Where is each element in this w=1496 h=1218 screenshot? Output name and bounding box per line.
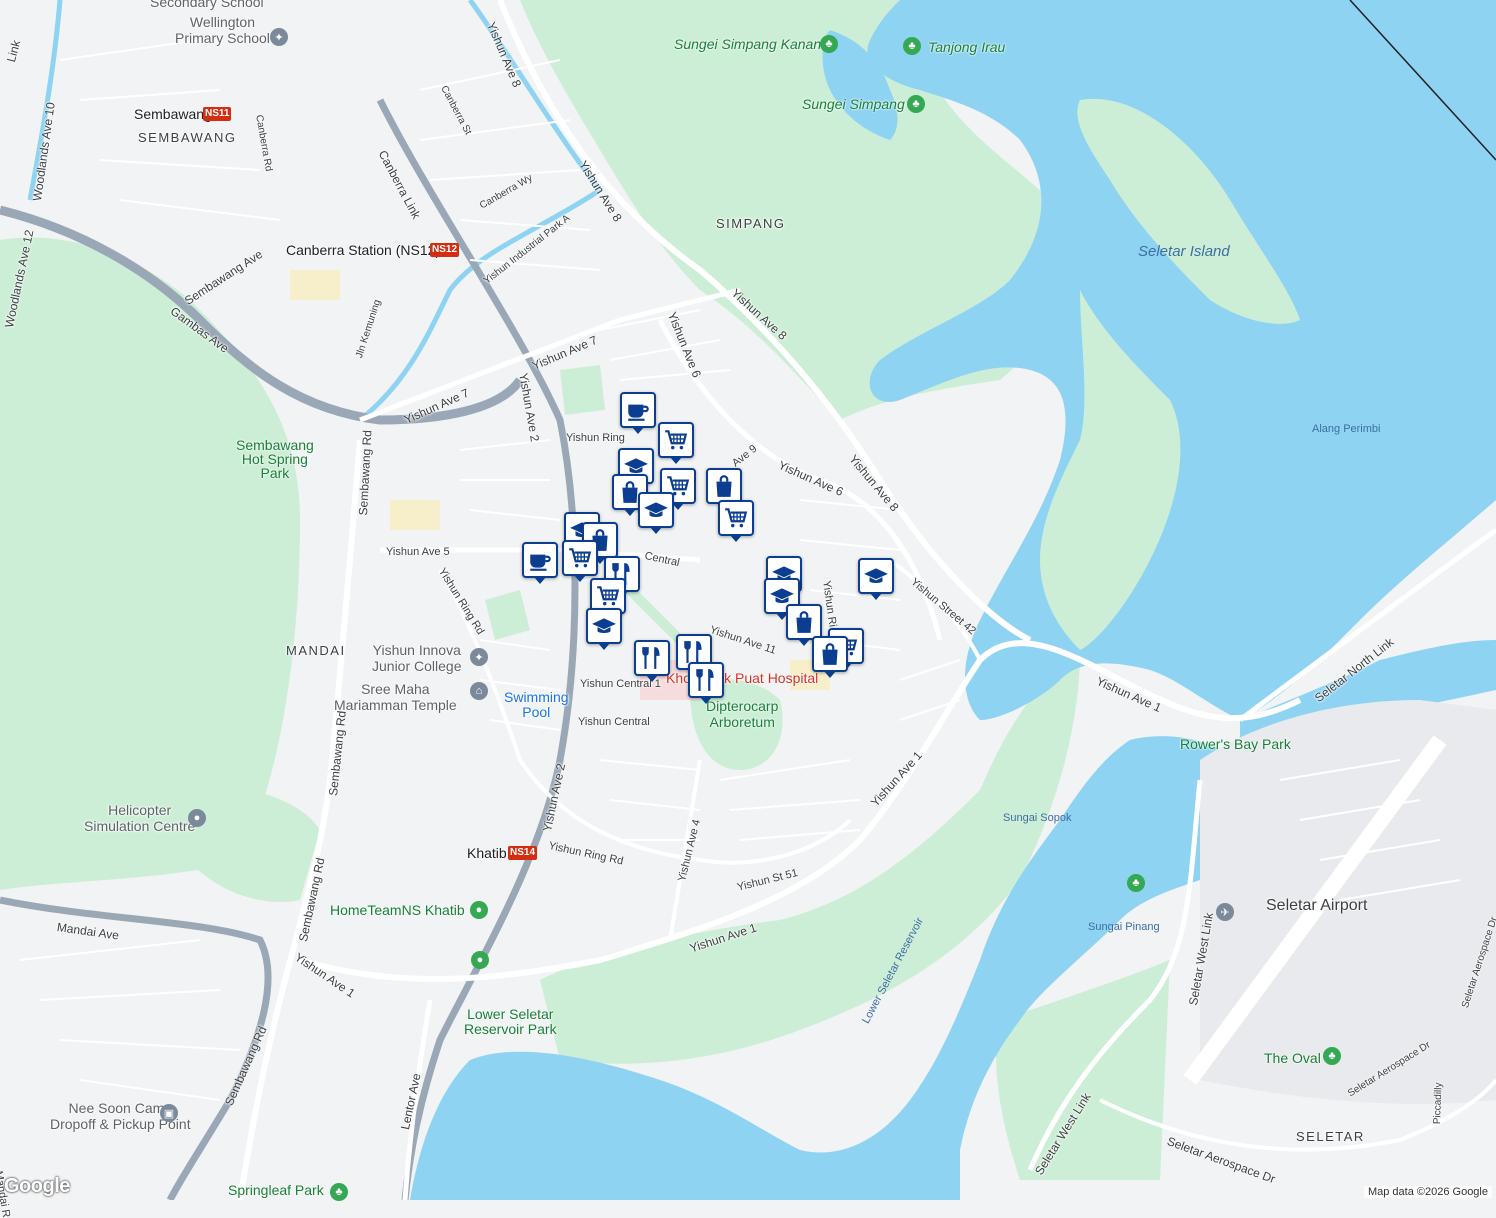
area-label-simpang: SIMPANG <box>716 216 786 231</box>
campus-yellow-2 <box>290 270 340 300</box>
shop-marker-icon[interactable] <box>786 604 822 646</box>
label-secondary-school: Secondary School <box>150 0 264 10</box>
school-marker-icon[interactable] <box>858 558 894 600</box>
mrt-badge-ns11: NS11 <box>203 107 232 121</box>
label-alang-perimbi: Alang Perimbi <box>1312 423 1381 435</box>
shop-marker-icon[interactable] <box>812 636 848 678</box>
campus-yellow <box>390 500 440 530</box>
area-label-sembawang: SEMBAWANG <box>138 130 237 145</box>
school-marker-icon[interactable] <box>586 608 622 650</box>
cafe-marker-icon[interactable] <box>522 542 558 584</box>
mrt-badge-ns14: NS14 <box>508 846 538 860</box>
airport-icon[interactable]: ✈ <box>1216 903 1234 921</box>
cart-marker-icon[interactable] <box>562 540 598 582</box>
label-sembawang-station[interactable]: Sembawang <box>134 106 212 122</box>
temple-icon[interactable]: ⌂ <box>470 682 488 700</box>
label-heli-centre[interactable]: Helicopter Simulation Centre <box>84 802 195 834</box>
label-temple[interactable]: Sree Maha Mariamman Temple <box>334 681 457 713</box>
label-khatib-station[interactable]: Khatib <box>467 845 507 861</box>
cafe-marker-icon[interactable] <box>620 392 656 434</box>
tree-icon[interactable]: ♣ <box>1323 1047 1341 1065</box>
label-sungai-pinang: Sungai Pinang <box>1088 921 1160 933</box>
label-hot-spring-park[interactable]: Sembawang Hot Spring Park <box>236 438 314 480</box>
school-icon[interactable]: ✦ <box>270 28 288 46</box>
tree-icon[interactable]: ♣ <box>903 37 921 55</box>
park-marker-icon[interactable]: ● <box>471 951 489 969</box>
map-attribution[interactable]: Map data ©2026 Google <box>1363 1186 1492 1198</box>
label-sungei-simpang[interactable]: Sungei Simpang <box>802 96 905 112</box>
area-label-seletar: SELETAR <box>1296 1129 1365 1144</box>
tree-icon[interactable]: ♣ <box>907 95 925 113</box>
label-the-oval[interactable]: The Oval <box>1264 1050 1321 1066</box>
label-lower-seletar-park[interactable]: Lower Seletar Reservoir Park <box>464 1007 557 1037</box>
place-icon[interactable]: ● <box>188 809 206 827</box>
label-wellington: Wellington Primary School <box>175 14 270 46</box>
label-canberra-station[interactable]: Canberra Station (NS12) <box>286 242 440 258</box>
park-marker-icon[interactable]: ● <box>470 901 488 919</box>
label-hometeam[interactable]: HomeTeamNS Khatib <box>330 902 465 918</box>
label-tanjong-irau[interactable]: Tanjong Irau <box>928 39 1005 55</box>
label-seletar-island[interactable]: Seletar Island <box>1138 243 1230 260</box>
street-label: Piccadilly <box>1432 1082 1445 1125</box>
food-marker-icon[interactable] <box>688 662 724 704</box>
mrt-badge-ns12: NS12 <box>430 243 460 257</box>
label-sungai-sopok: Sungai Sopok <box>1003 812 1072 824</box>
camp-icon[interactable]: ▣ <box>160 1104 178 1122</box>
label-swimming-pool[interactable]: Swimming Pool <box>504 690 569 720</box>
label-seletar-airport[interactable]: Seletar Airport <box>1266 897 1367 915</box>
shop-marker-icon[interactable] <box>706 468 742 510</box>
tree-icon[interactable]: ♣ <box>1127 874 1145 892</box>
school-marker-icon[interactable] <box>638 492 674 534</box>
school-icon[interactable]: ✦ <box>470 648 488 666</box>
label-dipterocarp[interactable]: Dipterocarp Arboretum <box>706 698 778 730</box>
cart-marker-icon[interactable] <box>718 500 754 542</box>
label-innova[interactable]: Yishun Innova Junior College <box>372 642 462 674</box>
tree-icon[interactable]: ♣ <box>820 35 838 53</box>
food-marker-icon[interactable] <box>634 640 670 682</box>
park-area-small1 <box>560 365 605 415</box>
street-label: Yishun Ring <box>566 432 625 444</box>
area-label-mandai: MANDAI <box>286 643 346 658</box>
cart-marker-icon[interactable] <box>658 422 694 464</box>
label-sungei-kanan[interactable]: Sungei Simpang Kanan <box>674 36 821 52</box>
street-label: Yishun Ave 5 <box>386 546 450 558</box>
map-canvas[interactable] <box>0 0 1496 1200</box>
label-springleaf[interactable]: Springleaf Park <box>228 1182 324 1198</box>
street-label: Yishun Central <box>578 716 650 728</box>
tree-icon[interactable]: ♣ <box>330 1183 348 1201</box>
google-logo: Google <box>4 1175 70 1197</box>
label-rowers-bay[interactable]: Rower's Bay Park <box>1180 736 1291 752</box>
